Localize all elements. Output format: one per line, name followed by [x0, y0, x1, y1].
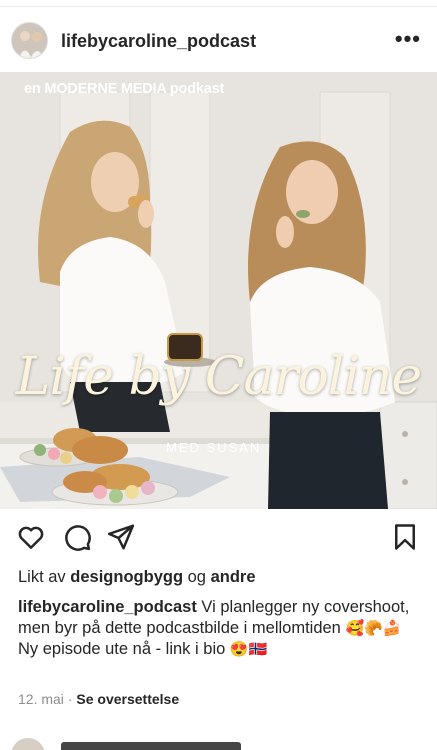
- post-meta: 12. mai · Se oversettelse: [18, 691, 179, 707]
- share-icon[interactable]: [106, 522, 136, 552]
- caption-author[interactable]: lifebycaroline_podcast: [18, 598, 197, 616]
- next-post-avatar[interactable]: [11, 738, 45, 750]
- post-date: 12. mai: [18, 691, 64, 707]
- post-header: lifebycaroline_podcast •••: [0, 22, 437, 62]
- likes-prefix: Likt av: [18, 568, 66, 586]
- caption-text-2: Ny episode ute nå - link i bio: [18, 640, 226, 658]
- next-post-username[interactable]: [61, 742, 241, 750]
- photo-title: Life by Caroline: [15, 347, 422, 407]
- top-divider: [0, 6, 437, 7]
- caption-emojis-2: 😍🇳🇴: [229, 641, 268, 658]
- photo-subtitle: MED SUSAN: [166, 440, 262, 455]
- more-icon[interactable]: •••: [395, 26, 421, 52]
- heart-icon[interactable]: [16, 522, 46, 552]
- see-translation-link[interactable]: Se oversettelse: [76, 691, 179, 707]
- username[interactable]: lifebycaroline_podcast: [61, 31, 256, 52]
- caption-emojis-1: 🥰🥐🍰: [345, 620, 402, 637]
- liked-by-user[interactable]: designogbygg: [70, 568, 183, 586]
- comment-icon[interactable]: [62, 522, 92, 552]
- post-image[interactable]: en MODERNE MEDIA podkast Life by Carolin…: [0, 72, 437, 509]
- likes-line: Likt av designogbygg og andre: [18, 568, 256, 587]
- action-bar: [0, 522, 437, 556]
- photo-top-caption: en MODERNE MEDIA podkast: [24, 81, 225, 97]
- avatar[interactable]: [11, 22, 48, 59]
- likes-others[interactable]: andre: [211, 568, 256, 586]
- caption: lifebycaroline_podcast Vi planlegger ny …: [18, 597, 423, 660]
- meta-separator: ·: [67, 691, 73, 707]
- likes-joiner: og: [187, 568, 206, 586]
- bookmark-icon[interactable]: [390, 522, 420, 552]
